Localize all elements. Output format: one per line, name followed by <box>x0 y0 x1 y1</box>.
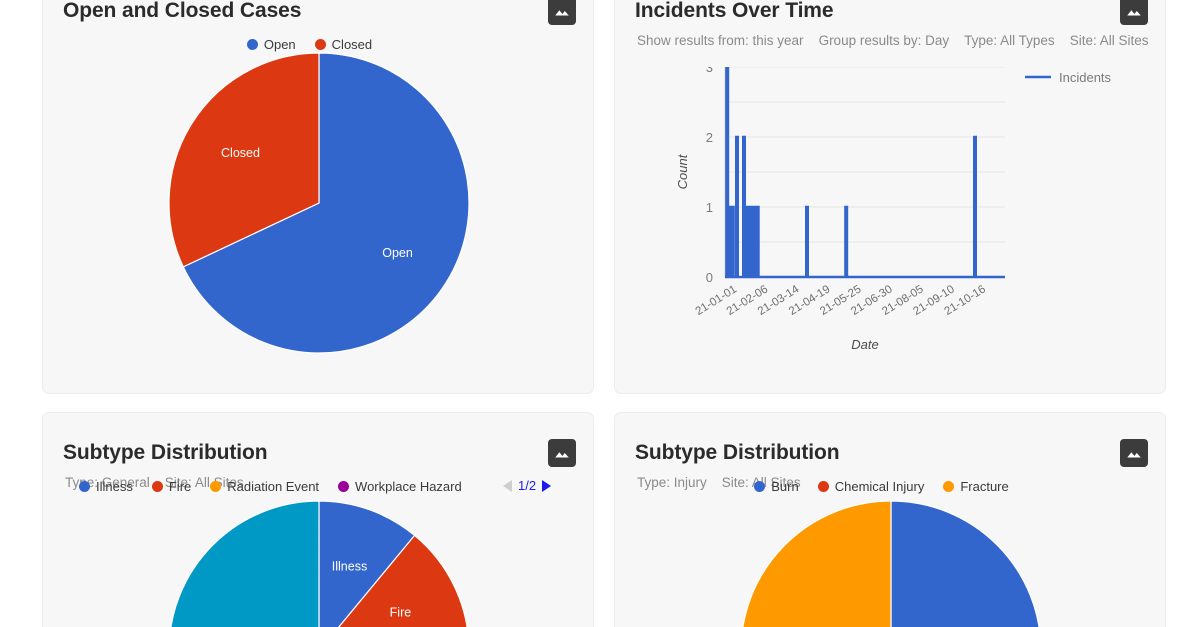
panel-title: Incidents Over Time <box>635 0 834 22</box>
panel-incidents-over-time: Incidents Over Time Show results from: t… <box>614 0 1166 394</box>
legend-item[interactable]: Illness <box>79 479 133 494</box>
image-icon[interactable] <box>1120 0 1148 25</box>
legend-label: Burn <box>771 479 799 494</box>
legend-open-closed: Open Closed <box>43 37 593 52</box>
legend-label: Fire <box>168 479 192 494</box>
panel-title: Subtype Distribution <box>63 441 268 464</box>
legend-subtype-general: Illness Fire Radiation Event Workplace Haza… <box>79 479 481 494</box>
pie-slice-label: Illness <box>332 559 367 573</box>
legend-label: Incidents <box>1059 70 1112 85</box>
legend-item[interactable]: Fire <box>151 479 192 494</box>
pie-slice-label: Open <box>382 246 413 260</box>
filter-item: Show results from: this year <box>637 33 804 48</box>
image-icon[interactable] <box>548 439 576 467</box>
panel-open-and-closed-cases: Open and Closed Cases Open Closed Open Clo… <box>42 0 594 394</box>
legend-item[interactable]: Fracture <box>943 479 1009 494</box>
image-icon[interactable] <box>1120 439 1148 467</box>
pie-slice[interactable] <box>169 500 320 627</box>
legend-label: Radiation Event <box>227 479 320 494</box>
legend-color-dot <box>210 481 222 492</box>
legend-item[interactable]: Chemical Injury <box>817 479 925 494</box>
legend-color-dot <box>338 481 350 492</box>
legend-color-dot <box>817 481 829 492</box>
legend-color-dot <box>754 481 766 492</box>
legend-item[interactable]: Workplace Hazard <box>338 479 462 494</box>
x-axis-title: Date <box>851 337 878 352</box>
pie-slice[interactable] <box>741 500 892 627</box>
panel-subtype-distribution-general: Subtype Distribution Type: General Site: … <box>42 412 594 627</box>
legend-item[interactable]: Burn <box>754 479 799 494</box>
legend-item[interactable]: Radiation Event <box>210 479 319 494</box>
legend-color-dot <box>151 481 163 492</box>
pager-page-label: 1/2 <box>518 478 537 493</box>
filter-item: Site: All Sites <box>1069 33 1149 48</box>
filter-summary: Show results from: this year Group result… <box>637 32 1148 49</box>
legend-label: Workplace Hazard <box>355 479 462 494</box>
open-closed-pie-chart: Open Closed <box>168 52 470 354</box>
y-axis-tick: 3 <box>706 67 713 75</box>
subtype-injury-pie-chart: BurnFracture <box>741 500 1041 627</box>
pie-slice-label: Fire <box>390 606 412 620</box>
dashboard-root: Open and Closed Cases Open Closed Open Clo… <box>0 0 1200 627</box>
series-cluster <box>745 207 759 277</box>
legend-label: Closed <box>331 37 373 52</box>
y-axis-tick: 1 <box>706 200 713 215</box>
pager-prev-icon[interactable] <box>503 479 512 492</box>
pie-slice-label: Closed <box>221 146 260 160</box>
legend-color-dot <box>943 481 955 492</box>
legend-label: Fracture <box>960 479 1009 494</box>
legend-color-dot <box>79 481 90 492</box>
legend-label: Chemical Injury <box>834 479 925 494</box>
legend-subtype-injury: Burn Chemical Injury Fracture <box>615 479 1165 494</box>
panel-title: Subtype Distribution <box>635 441 840 464</box>
pie-slice[interactable] <box>890 500 1041 627</box>
incidents-over-time-line-chart: 0 1 2 3 Count 21-01-01 21-02-06 21-03-14 21-04-1… <box>615 60 1165 372</box>
legend-pager[interactable]: 1/2 <box>503 478 552 493</box>
legend-label: Open <box>263 37 296 52</box>
legend-item[interactable]: Open <box>246 37 296 52</box>
pager-next-icon[interactable] <box>542 479 552 492</box>
y-axis-title: Count <box>675 153 690 189</box>
subtype-general-pie-chart: IllnessFireEquipment Damage <box>169 500 469 627</box>
panel-subtype-distribution-injury: Subtype Distribution Type: InjurySite: A… <box>614 412 1166 627</box>
legend-label: Illness <box>96 479 133 494</box>
legend-color-dot <box>246 39 258 50</box>
filter-item: Type: All Types <box>964 33 1055 48</box>
y-axis-tick: 2 <box>706 130 713 145</box>
y-axis-tick: 0 <box>706 270 713 285</box>
image-icon[interactable] <box>548 0 576 25</box>
legend-color-dot <box>314 39 326 50</box>
legend-item[interactable]: Closed <box>314 37 373 52</box>
panel-title: Open and Closed Cases <box>63 0 302 22</box>
filter-item: Group results by: Day <box>818 33 950 48</box>
